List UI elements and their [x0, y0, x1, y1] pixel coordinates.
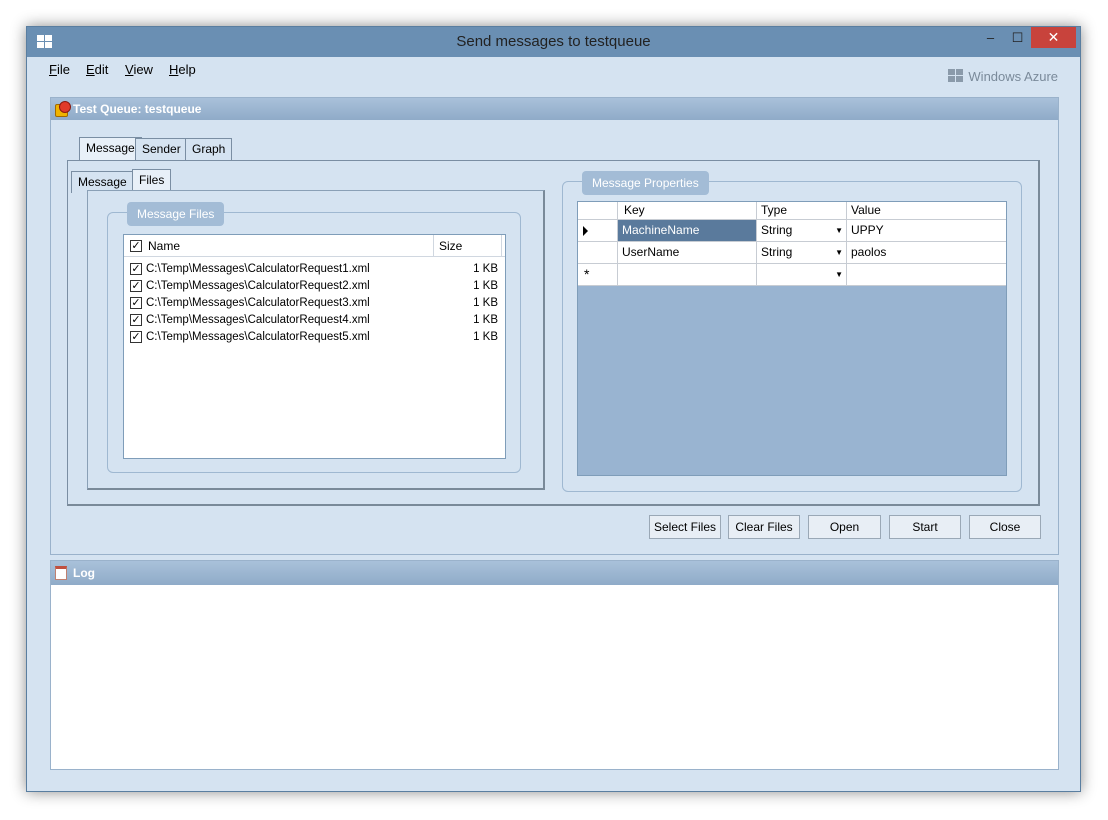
file-checkbox[interactable]: ✓: [130, 263, 142, 275]
file-size: 1 KB: [473, 331, 498, 343]
list-header: ✓ Name Size: [124, 235, 505, 257]
menu-bar: File Edit View Help Windows Azure: [27, 57, 1080, 84]
row-header-corner: [578, 202, 618, 219]
list-item[interactable]: ✓ C:\Temp\Messages\CalculatorRequest4.xm…: [128, 312, 504, 329]
message-tab-content: Message Files Message Files ✓ Name Size …: [67, 160, 1040, 506]
start-button[interactable]: Start: [889, 515, 961, 539]
grid-row[interactable]: UserName String ▼ paolos: [578, 242, 1006, 264]
window-title: Send messages to testqueue: [456, 33, 651, 50]
close-window-button[interactable]: ✕: [1031, 27, 1076, 48]
file-size: 1 KB: [473, 263, 498, 275]
log-panel-header: Log: [51, 561, 1058, 585]
column-header-key[interactable]: Key: [618, 202, 757, 219]
dropdown-arrow-icon[interactable]: ▼: [835, 242, 843, 263]
windows-azure-label: Windows Azure: [968, 69, 1058, 84]
file-path: C:\Temp\Messages\CalculatorRequest5.xml: [146, 331, 370, 343]
cell-value[interactable]: [847, 264, 1006, 285]
log-icon: [55, 566, 67, 580]
file-size: 1 KB: [473, 297, 498, 309]
log-title: Log: [73, 566, 95, 580]
main-window: Send messages to testqueue – ☐ ✕ File Ed…: [26, 26, 1081, 792]
windows-azure-brand: Windows Azure: [948, 69, 1058, 84]
file-size: 1 KB: [473, 280, 498, 292]
cell-key[interactable]: UserName: [618, 242, 757, 263]
row-selector[interactable]: [578, 220, 618, 241]
log-textarea[interactable]: [51, 585, 1058, 769]
cell-type-value: String: [761, 245, 793, 259]
cell-type[interactable]: ▼: [757, 264, 847, 285]
grid-row[interactable]: MachineName String ▼ UPPY: [578, 220, 1006, 242]
cell-key[interactable]: [618, 264, 757, 285]
dropdown-arrow-icon[interactable]: ▼: [835, 220, 843, 241]
select-all-checkbox[interactable]: ✓: [130, 240, 142, 252]
grid-header: Key Type Value: [578, 202, 1006, 220]
file-path: C:\Temp\Messages\CalculatorRequest4.xml: [146, 314, 370, 326]
new-row-icon: *: [578, 264, 618, 285]
file-checkbox[interactable]: ✓: [130, 297, 142, 309]
menu-view[interactable]: View: [125, 62, 153, 77]
file-checkbox[interactable]: ✓: [130, 331, 142, 343]
column-header-size[interactable]: Size: [439, 239, 462, 253]
open-button[interactable]: Open: [808, 515, 881, 539]
message-files-label: Message Files: [127, 202, 225, 226]
file-path: C:\Temp\Messages\CalculatorRequest3.xml: [146, 297, 370, 309]
message-properties-grid[interactable]: Key Type Value MachineName String ▼ UPPY: [577, 201, 1007, 476]
menu-help[interactable]: Help: [169, 62, 196, 77]
file-checkbox[interactable]: ✓: [130, 280, 142, 292]
maximize-button[interactable]: ☐: [1004, 27, 1031, 48]
cell-value[interactable]: UPPY: [847, 220, 1006, 241]
clear-files-button[interactable]: Clear Files: [728, 515, 800, 539]
close-button[interactable]: Close: [969, 515, 1041, 539]
tab-graph[interactable]: Graph: [185, 138, 233, 160]
menu-edit[interactable]: Edit: [86, 62, 108, 77]
queue-icon: [55, 101, 71, 117]
column-divider: [433, 235, 434, 257]
select-files-button[interactable]: Select Files: [649, 515, 721, 539]
cell-value[interactable]: paolos: [847, 242, 1006, 263]
column-header-value[interactable]: Value: [847, 202, 1006, 219]
file-size: 1 KB: [473, 314, 498, 326]
windows-azure-logo-icon: [948, 69, 964, 84]
message-properties-label: Message Properties: [582, 171, 709, 195]
column-divider: [501, 235, 502, 257]
column-header-type[interactable]: Type: [757, 202, 847, 219]
list-item[interactable]: ✓ C:\Temp\Messages\CalculatorRequest2.xm…: [128, 278, 504, 295]
message-files-list[interactable]: ✓ Name Size ✓ C:\Temp\Messages\Calculato…: [123, 234, 506, 459]
title-bar[interactable]: Send messages to testqueue – ☐ ✕: [27, 27, 1080, 57]
cell-type-value: String: [761, 223, 793, 237]
test-queue-panel: Test Queue: testqueue Message Sender Gra…: [50, 97, 1059, 555]
column-header-name[interactable]: Name: [148, 239, 180, 253]
file-path: C:\Temp\Messages\CalculatorRequest2.xml: [146, 280, 370, 292]
current-row-icon: [583, 226, 588, 236]
row-selector[interactable]: [578, 242, 618, 263]
menu-file[interactable]: File: [49, 62, 70, 77]
panel-title: Test Queue: testqueue: [73, 102, 202, 116]
grid-new-row[interactable]: * ▼: [578, 264, 1006, 286]
list-item[interactable]: ✓ C:\Temp\Messages\CalculatorRequest5.xm…: [128, 329, 504, 346]
dropdown-arrow-icon[interactable]: ▼: [835, 264, 843, 285]
log-panel: Log: [50, 560, 1059, 770]
file-checkbox[interactable]: ✓: [130, 314, 142, 326]
cell-type[interactable]: String ▼: [757, 242, 847, 263]
cell-key[interactable]: MachineName: [618, 220, 757, 241]
test-queue-panel-header: Test Queue: testqueue: [51, 98, 1058, 120]
cell-type[interactable]: String ▼: [757, 220, 847, 241]
list-item[interactable]: ✓ C:\Temp\Messages\CalculatorRequest1.xm…: [128, 261, 504, 278]
minimize-button[interactable]: –: [977, 27, 1004, 48]
tab-message[interactable]: Message: [79, 137, 142, 161]
tab-sender[interactable]: Sender: [135, 138, 188, 160]
file-path: C:\Temp\Messages\CalculatorRequest1.xml: [146, 263, 370, 275]
files-tab-content: Message Files ✓ Name Size ✓ C:\Temp\Mess…: [87, 190, 545, 490]
list-item[interactable]: ✓ C:\Temp\Messages\CalculatorRequest3.xm…: [128, 295, 504, 312]
